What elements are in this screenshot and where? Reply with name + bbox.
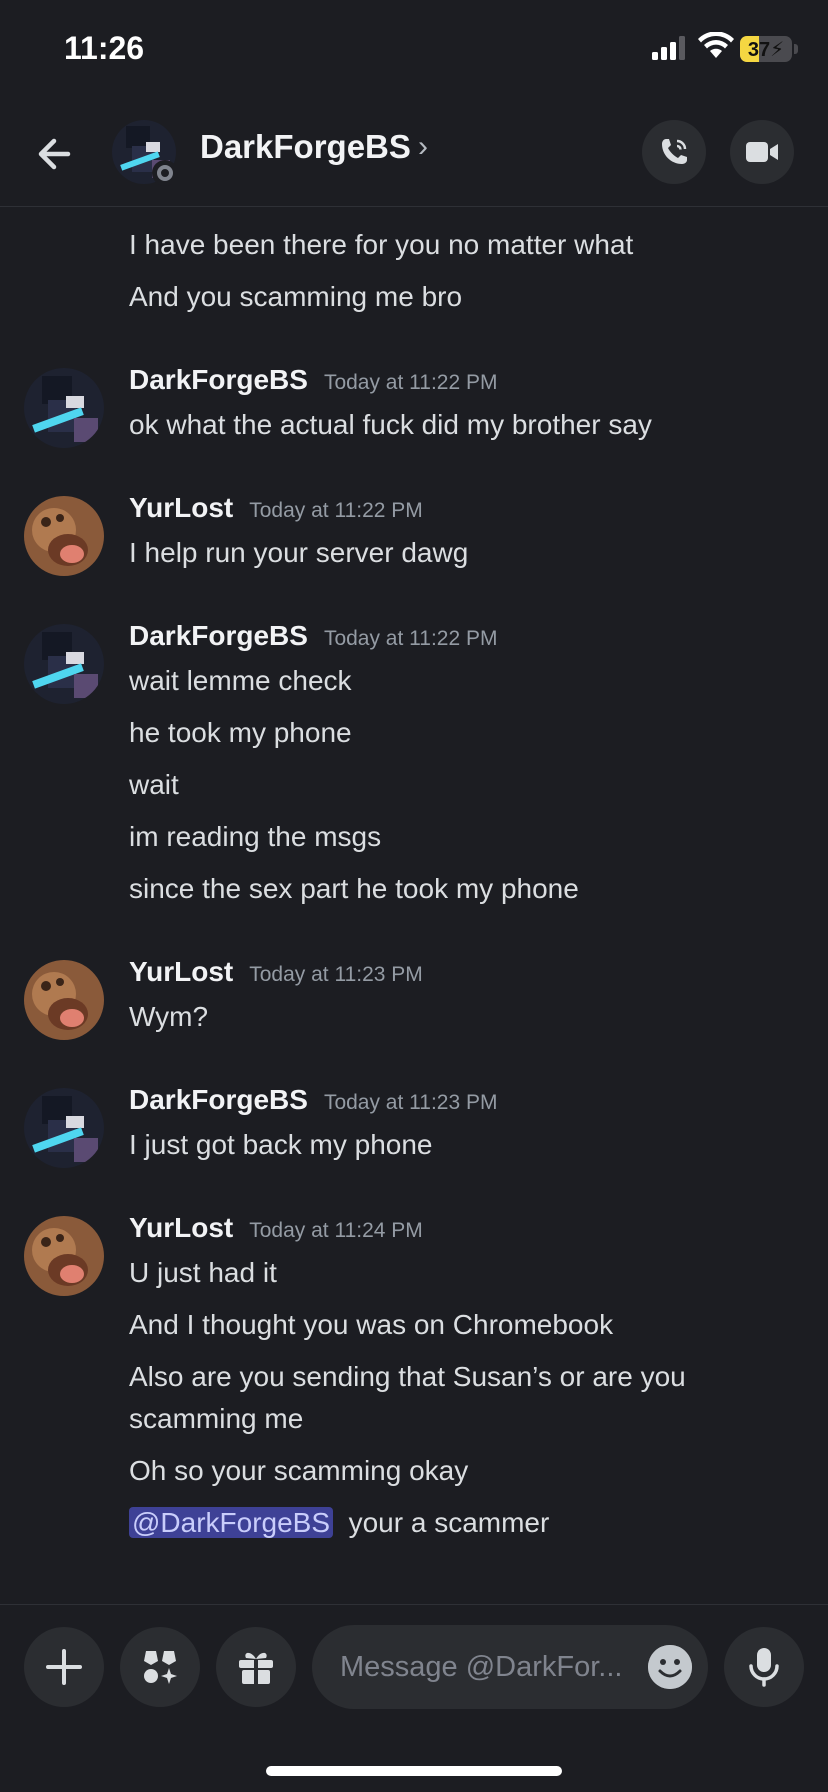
message-author[interactable]: YurLost Today at 11:24 PM: [129, 1212, 423, 1244]
emoji-icon[interactable]: [648, 1645, 692, 1689]
message-text-with-mention: @DarkForgeBS your a scammer: [129, 1502, 549, 1544]
plus-icon: [46, 1649, 82, 1685]
video-camera-icon: [746, 142, 778, 162]
status-time: 11:26: [64, 30, 145, 66]
message-text: I just got back my phone: [129, 1129, 433, 1160]
voice-message-button[interactable]: [724, 1627, 804, 1707]
message-timestamp: Today at 11:23 PM: [249, 963, 423, 986]
microphone-icon: [749, 1648, 779, 1687]
message-text: im reading the msgs: [129, 821, 382, 852]
wifi-icon: [698, 32, 734, 58]
offline-status-indicator: [152, 160, 178, 186]
apps-icon: [144, 1651, 177, 1684]
message-text: Also are you sending that Susan’s or are…: [129, 1361, 686, 1434]
user-avatar[interactable]: [24, 624, 104, 704]
phone-call-icon: [662, 139, 687, 164]
message-timestamp: Today at 11:22 PM: [323, 627, 498, 650]
header-title[interactable]: DarkForgeBS: [200, 128, 411, 166]
message-text: ok what the actual fuck did my brother s…: [129, 409, 652, 440]
message-text: I help run your server dawg: [129, 537, 469, 568]
voice-call-button[interactable]: [642, 120, 706, 184]
message-author[interactable]: DarkForgeBS Today at 11:23 PM: [129, 1084, 498, 1116]
message-author[interactable]: YurLost Today at 11:22 PM: [129, 492, 423, 524]
status-bar: 11:26 37⚡: [0, 0, 828, 100]
message-text: Oh so your scamming okay: [129, 1455, 469, 1486]
message-text: your a scammer: [348, 1507, 550, 1538]
message-list[interactable]: I have been there for you no matter what…: [0, 208, 828, 1604]
video-call-button[interactable]: [730, 120, 794, 184]
battery-percent: 37⚡: [747, 39, 785, 61]
battery-icon: 37⚡: [740, 36, 792, 62]
message-input[interactable]: [340, 1625, 640, 1709]
message-text: I have been there for you no matter what: [129, 229, 634, 260]
chevron-right-icon[interactable]: ›: [418, 130, 428, 164]
message-text: Wym?: [129, 1001, 209, 1032]
user-avatar[interactable]: [24, 1216, 104, 1296]
message-text: And you scamming me bro: [129, 281, 463, 312]
message-composer: [0, 1604, 828, 1714]
user-avatar[interactable]: [24, 368, 104, 448]
message-text: U just had it: [129, 1257, 277, 1288]
gift-button[interactable]: [216, 1627, 296, 1707]
message-text: since the sex part he took my phone: [129, 873, 579, 904]
gift-icon: [239, 1652, 273, 1684]
message-timestamp: Today at 11:22 PM: [323, 371, 498, 394]
apps-button[interactable]: [120, 1627, 200, 1707]
message-text: And I thought you was on Chromebook: [129, 1309, 614, 1340]
message-author[interactable]: YurLost Today at 11:23 PM: [129, 956, 423, 988]
battery-nub: [794, 44, 798, 54]
home-indicator[interactable]: [266, 1766, 562, 1776]
dm-header: DarkForgeBS ›: [0, 100, 828, 207]
user-avatar[interactable]: [24, 1088, 104, 1168]
message-timestamp: Today at 11:23 PM: [323, 1091, 498, 1114]
message-text: he took my phone: [129, 717, 352, 748]
cellular-signal-icon: [652, 36, 685, 60]
back-arrow-icon[interactable]: [30, 128, 82, 180]
user-avatar[interactable]: [24, 496, 104, 576]
add-attachment-button[interactable]: [24, 1627, 104, 1707]
user-avatar[interactable]: [24, 960, 104, 1040]
message-timestamp: Today at 11:24 PM: [249, 1219, 423, 1242]
message-input-container[interactable]: [312, 1625, 708, 1709]
message-text: wait lemme check: [129, 665, 352, 696]
message-text: wait: [129, 769, 179, 800]
message-author[interactable]: DarkForgeBS Today at 11:22 PM: [129, 364, 498, 396]
message-author[interactable]: DarkForgeBS Today at 11:22 PM: [129, 620, 498, 652]
user-mention[interactable]: @DarkForgeBS: [129, 1507, 334, 1538]
message-timestamp: Today at 11:22 PM: [249, 499, 423, 522]
